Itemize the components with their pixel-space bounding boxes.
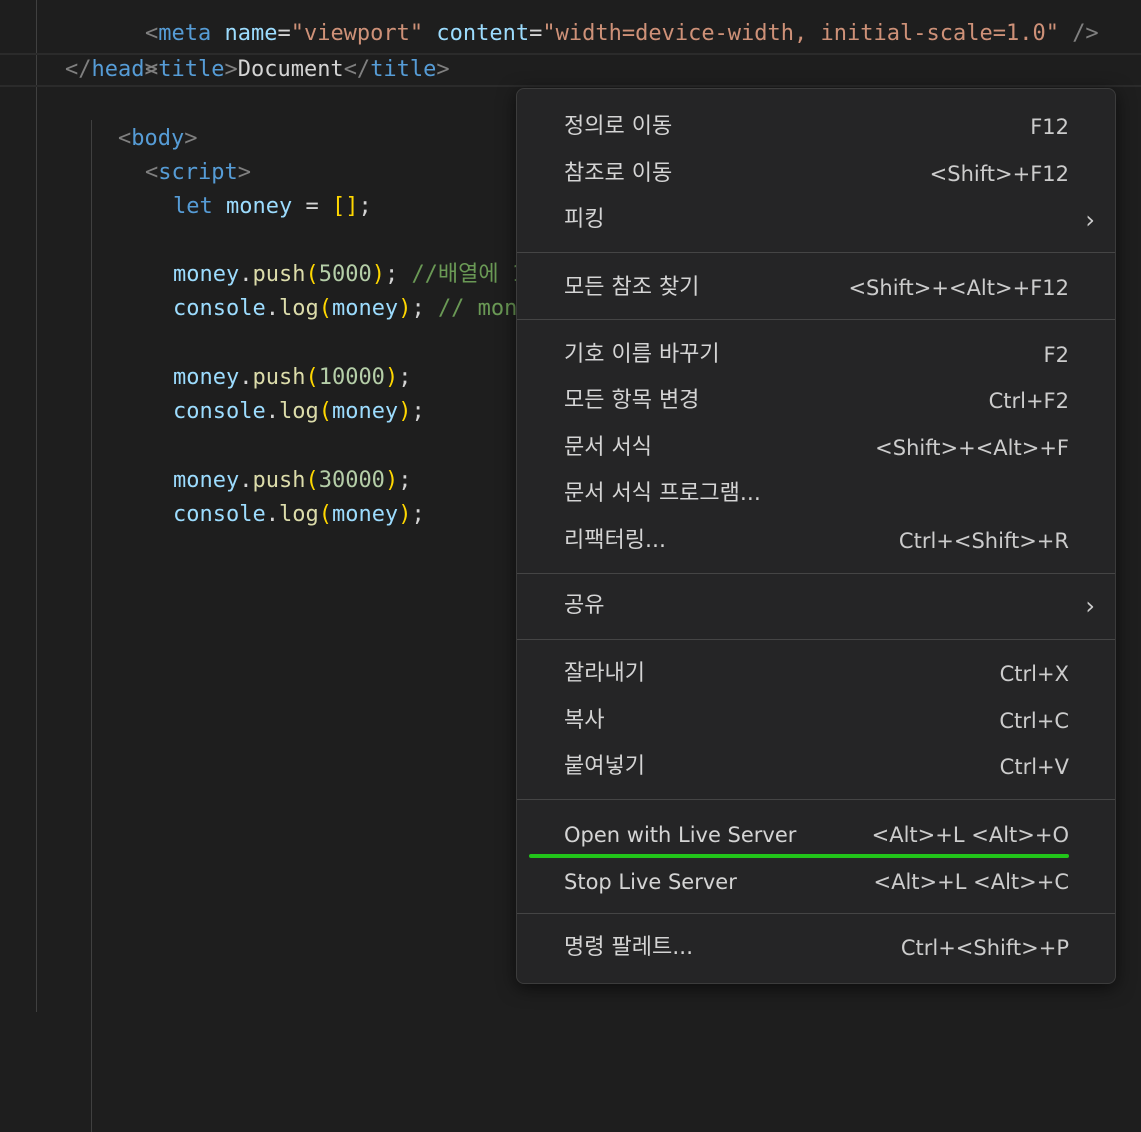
chevron-right-icon: › <box>1085 206 1095 234</box>
menu-separator <box>517 799 1115 800</box>
menu-item-copy[interactable]: 복사 Ctrl+C <box>517 701 1115 741</box>
menu-item-label: 기호 이름 바꾸기 <box>564 342 720 367</box>
menu-item-paste[interactable]: 붙여넣기 Ctrl+V <box>517 747 1115 787</box>
menu-item-rename-symbol[interactable]: 기호 이름 바꾸기 F2 <box>517 335 1115 375</box>
code-line-push-2: money.push(10000); <box>172 365 412 390</box>
menu-item-shortcut: Ctrl+X <box>999 662 1069 686</box>
menu-item-shortcut: Ctrl+V <box>999 755 1069 779</box>
menu-separator <box>517 319 1115 320</box>
menu-item-shortcut: F12 <box>1030 115 1069 139</box>
menu-item-find-all-references[interactable]: 모든 참조 찾기 <Shift>+<Alt>+F12 <box>517 268 1115 308</box>
menu-item-peek[interactable]: 피킹 › <box>517 200 1115 240</box>
menu-item-label: Stop Live Server <box>564 870 737 894</box>
menu-separator <box>517 573 1115 574</box>
menu-item-label: 리팩터링... <box>564 528 666 553</box>
context-menu: 정의로 이동 F12 참조로 이동 <Shift>+F12 피킹 › 모든 참조… <box>516 88 1116 984</box>
menu-item-open-with-live-server[interactable]: Open with Live Server <Alt>+L <Alt>+O <box>517 815 1115 855</box>
menu-item-shortcut: F2 <box>1043 343 1069 367</box>
code-line-log-1: console.log(money); // money <box>172 296 544 321</box>
code-line-body: <body> <box>117 126 198 151</box>
menu-item-go-to-references[interactable]: 참조로 이동 <Shift>+F12 <box>517 154 1115 194</box>
menu-item-format-document-with[interactable]: 문서 서식 프로그램... <box>517 474 1115 514</box>
code-line-meta: <meta name="viewport" content="width=dev… <box>144 21 1099 46</box>
menu-item-label: 문서 서식 <box>564 435 652 460</box>
menu-item-shortcut: <Shift>+F12 <box>929 162 1069 186</box>
menu-item-label: Open with Live Server <box>564 823 797 847</box>
menu-separator <box>517 913 1115 914</box>
menu-item-shortcut: <Shift>+<Alt>+F12 <box>848 276 1069 300</box>
code-line-script: <script> <box>144 160 251 185</box>
code-line-title: <title>Document</title> <box>144 57 450 82</box>
menu-item-share[interactable]: 공유 › <box>517 586 1115 626</box>
menu-item-shortcut: Ctrl+C <box>999 709 1069 733</box>
menu-item-label: 피킹 <box>564 207 605 232</box>
menu-item-label: 잘라내기 <box>564 661 645 686</box>
menu-item-format-document[interactable]: 문서 서식 <Shift>+<Alt>+F <box>517 428 1115 468</box>
menu-item-change-all-occurrences[interactable]: 모든 항목 변경 Ctrl+F2 <box>517 381 1115 421</box>
code-line-log-3: console.log(money); <box>172 502 425 527</box>
menu-item-refactor[interactable]: 리팩터링... Ctrl+<Shift>+R <box>517 521 1115 561</box>
menu-item-label: 복사 <box>564 708 605 733</box>
menu-item-label: 문서 서식 프로그램... <box>564 481 761 506</box>
indent-guide <box>91 120 92 1132</box>
code-line-let: let money = []; <box>172 194 372 219</box>
menu-item-command-palette[interactable]: 명령 팔레트... Ctrl+<Shift>+P <box>517 928 1115 968</box>
menu-item-stop-live-server[interactable]: Stop Live Server <Alt>+L <Alt>+C <box>517 862 1115 902</box>
code-line-log-2: console.log(money); <box>172 399 425 424</box>
highlight-underline <box>529 854 1069 858</box>
code-line-push-3: money.push(30000); <box>172 468 412 493</box>
menu-item-label: 정의로 이동 <box>564 114 673 139</box>
menu-item-label: 붙여넣기 <box>564 754 645 779</box>
menu-separator <box>517 252 1115 253</box>
menu-item-label: 모든 참조 찾기 <box>564 275 700 300</box>
menu-item-label: 참조로 이동 <box>564 161 673 186</box>
code-line-head-close: </head> <box>0 53 1141 87</box>
menu-item-shortcut: Ctrl+<Shift>+P <box>900 936 1069 960</box>
code-line-push-1: money.push(5000); //배열에 1 <box>172 262 526 287</box>
menu-item-shortcut: Ctrl+F2 <box>988 389 1069 413</box>
menu-separator <box>517 639 1115 640</box>
menu-item-cut[interactable]: 잘라내기 Ctrl+X <box>517 654 1115 694</box>
menu-item-label: 공유 <box>564 593 605 618</box>
menu-item-shortcut: <Alt>+L <Alt>+C <box>873 870 1069 894</box>
menu-item-shortcut: <Shift>+<Alt>+F <box>875 436 1069 460</box>
chevron-right-icon: › <box>1085 592 1095 620</box>
menu-item-shortcut: Ctrl+<Shift>+R <box>898 529 1069 553</box>
menu-item-label: 명령 팔레트... <box>564 935 694 960</box>
menu-item-shortcut: <Alt>+L <Alt>+O <box>871 823 1069 847</box>
indent-guide <box>36 0 37 1012</box>
menu-item-label: 모든 항목 변경 <box>564 388 700 413</box>
menu-item-go-to-definition[interactable]: 정의로 이동 F12 <box>517 107 1115 147</box>
